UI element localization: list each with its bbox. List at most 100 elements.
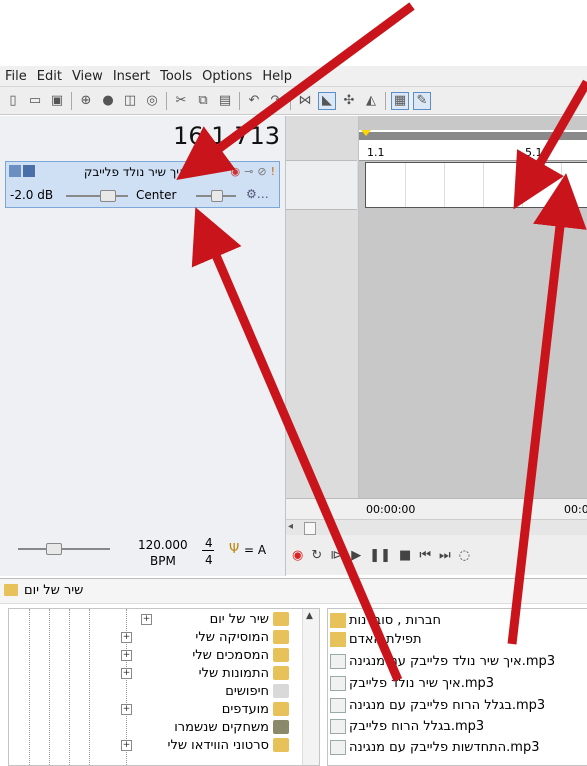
loop-icon[interactable]: ↻ [311, 548, 322, 563]
menu-insert[interactable]: Insert [108, 69, 155, 84]
menu-view[interactable]: View [67, 69, 108, 84]
file-list-item[interactable]: בגלל הרוח פלייבק עם מנגינה.mp3 [330, 696, 545, 714]
user-icon[interactable]: ● [99, 92, 117, 110]
menu-tools[interactable]: Tools [155, 69, 197, 84]
undo-icon[interactable]: ↶ [245, 92, 263, 110]
snap-icon[interactable]: ⋈ [296, 92, 314, 110]
tree-expand-toggle[interactable]: + [121, 740, 132, 751]
tree-expand-toggle[interactable]: + [141, 614, 152, 625]
menu-options[interactable]: Options [197, 69, 257, 84]
tree-item[interactable]: המוסיקה שלי [195, 628, 289, 646]
stop-icon[interactable]: ■ [399, 548, 411, 563]
export-icon[interactable]: ◫ [121, 92, 139, 110]
time-signature-bottom[interactable]: 4 [205, 553, 213, 567]
fx-icon[interactable]: ⚙… [246, 187, 269, 201]
tempo-panel: 120.000 BPM 4 4 Ψ = A [0, 498, 286, 576]
tree-vertical-scrollbar[interactable]: ▲ [302, 609, 319, 765]
browser-path[interactable]: שיר של יום [24, 583, 83, 598]
save-icon[interactable]: ▣ [48, 92, 66, 110]
tempo-slider-thumb[interactable] [46, 543, 62, 555]
new-icon[interactable]: ▯ [4, 92, 22, 110]
file-list[interactable]: חברות , סובלנות תפילת האדם איך שיר נולד … [327, 608, 587, 766]
track-header[interactable]: איך שיר נולד פלייבק ◉ ⊸ ⊘ ! -2.0 dB Cent… [5, 161, 280, 208]
tree-item-label: שיר של יום [209, 611, 269, 627]
file-list-item[interactable]: בגלל הרוח פלייבק.mp3 [330, 717, 484, 735]
file-name: בגלל הרוח פלייבק.mp3 [349, 718, 485, 734]
saved-games-icon [273, 720, 289, 734]
track-view-icon[interactable] [23, 165, 35, 177]
solo-icon[interactable]: ! [271, 165, 275, 178]
volume-slider-thumb[interactable] [100, 190, 116, 202]
metronome-icon[interactable]: ◌ [459, 548, 470, 563]
horizontal-scrollbar[interactable]: ◂ [286, 519, 587, 536]
beat-gridline [405, 163, 406, 207]
menu-help[interactable]: Help [257, 69, 297, 84]
tree-item[interactable]: שיר של יום [210, 610, 289, 628]
beat-gridline [561, 163, 562, 207]
tree-item[interactable]: מועדפים [222, 700, 289, 718]
go-to-end-icon[interactable]: ⏭ [439, 548, 451, 563]
mute-icon[interactable]: ◭ [362, 92, 380, 110]
file-list-item[interactable]: איך שיר נולד פלייבק.mp3 [330, 674, 494, 692]
file-list-item[interactable]: תפילת האדם [330, 630, 422, 648]
pencil-tool-icon[interactable]: ✎ [413, 91, 431, 110]
timeline-area[interactable]: 1.1 5.1 [359, 116, 587, 498]
pause-icon[interactable]: ❚❚ [369, 548, 391, 563]
tree-item-label: משחקים שנשמרו [174, 719, 269, 735]
pan-slider-thumb[interactable] [211, 190, 223, 202]
file-list-item[interactable]: חברות , סובלנות [330, 611, 441, 629]
tree-expand-toggle[interactable]: + [121, 704, 132, 715]
play-from-icon[interactable]: ⧐ [330, 548, 343, 563]
tree-item[interactable]: חיפושים [225, 682, 289, 700]
redo-icon[interactable]: ↷ [267, 92, 285, 110]
mp3-file-icon [330, 675, 346, 691]
tuning-fork-icon: Ψ [229, 542, 240, 557]
file-list-item[interactable]: התחדשות פלייבק עם מנגינה.mp3 [330, 738, 539, 756]
searches-icon [273, 684, 289, 698]
record-arm-icon[interactable]: ◉ [231, 165, 241, 178]
loop-region-bar[interactable] [359, 132, 587, 140]
time-signature-top[interactable]: 4 [205, 536, 213, 550]
paste-icon[interactable]: ▤ [216, 92, 234, 110]
playhead-marker[interactable] [361, 130, 371, 136]
tree-guide [49, 609, 50, 765]
music-folder-icon [273, 630, 289, 644]
menu-file[interactable]: File [0, 69, 32, 84]
tree-item[interactable]: משחקים שנשמרו [174, 718, 289, 736]
split-icon[interactable]: ✣ [340, 92, 358, 110]
tempo-unit-label: BPM [150, 554, 176, 568]
open-icon[interactable]: ▭ [26, 92, 44, 110]
tree-item[interactable]: סרטוני הווידאו שלי [168, 736, 289, 754]
tree-expand-toggle[interactable]: + [121, 668, 132, 679]
grid-icon[interactable]: ◣ [318, 91, 336, 110]
tree-expand-toggle[interactable]: + [121, 632, 132, 643]
scroll-left-icon[interactable]: ◂ [288, 521, 293, 532]
folder-tree[interactable]: + שיר של יום + המוסיקה שלי + המסמכים שלי… [8, 608, 320, 766]
go-to-start-icon[interactable]: ⏮ [419, 548, 431, 563]
cut-icon[interactable]: ✂ [172, 92, 190, 110]
zoom-icon[interactable]: ◎ [143, 92, 161, 110]
mute-track-icon[interactable]: ⊘ [257, 165, 266, 178]
play-icon[interactable]: ▶ [351, 548, 361, 563]
scroll-thumb[interactable] [304, 522, 316, 535]
tempo-slider[interactable] [18, 548, 110, 550]
menu-edit[interactable]: Edit [32, 69, 67, 84]
audio-clip[interactable] [365, 162, 587, 208]
copy-icon[interactable]: ⧉ [194, 92, 212, 110]
tempo-value[interactable]: 120.000 [138, 538, 188, 552]
browser-path-bar[interactable]: שיר של יום [0, 578, 587, 604]
timeline-ruler[interactable]: 1.1 5.1 [359, 130, 587, 161]
file-name: איך שיר נולד פלייבק.mp3 [349, 675, 495, 691]
tree-expand-toggle[interactable]: + [121, 650, 132, 661]
tree-item[interactable]: התמונות שלי [199, 664, 289, 682]
select-tool-icon[interactable]: ▦ [391, 91, 409, 110]
file-list-item[interactable]: איך שיר נולד פלייבק עם מנגינה.mp3 [330, 652, 555, 670]
link-icon[interactable]: ⊕ [77, 92, 95, 110]
scroll-up-icon[interactable]: ▲ [306, 611, 313, 621]
record-icon[interactable]: ◉ [292, 548, 303, 563]
tree-item[interactable]: המסמכים שלי [192, 646, 289, 664]
monitor-icon[interactable]: ⊸ [244, 165, 253, 178]
volume-slider[interactable] [66, 195, 128, 197]
track-name[interactable]: איך שיר נולד פלייבק [84, 165, 187, 179]
tuning-value[interactable]: = A [244, 543, 266, 557]
